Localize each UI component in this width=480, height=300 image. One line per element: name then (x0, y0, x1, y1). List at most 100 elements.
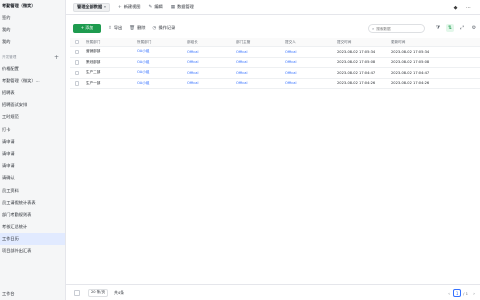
table-cell[interactable]: Offical (283, 60, 335, 64)
sidebar-item[interactable]: 部门考勤规则表 (0, 209, 65, 221)
settings-icon[interactable]: ⚙ (470, 24, 478, 32)
column-header[interactable]: 提交人 (283, 40, 335, 45)
more-icon[interactable]: ⋯ (465, 4, 472, 11)
table-cell: 2023-08-02 17:04:47 (337, 70, 376, 75)
sidebar-item[interactable]: 请申请 (0, 160, 65, 172)
sidebar-item[interactable]: 员工请假统计表表 (0, 197, 65, 209)
page-size-label: 20 条/页 (90, 290, 106, 294)
table-cell[interactable]: Offical (283, 71, 335, 75)
table-row[interactable]: 生产一部 OA小组 Offical Offical Offical 2023-08-02 … (70, 79, 480, 89)
table-cell[interactable]: Offical (234, 71, 283, 75)
sidebar-item[interactable]: 招聘表 (0, 87, 65, 99)
current-page[interactable]: 1 (453, 289, 462, 297)
add-button[interactable]: + 添加 (73, 23, 101, 33)
table-cell[interactable]: Offical (234, 81, 283, 85)
edit-label: 编辑 (154, 4, 163, 9)
table-cell[interactable]: OA小组 (135, 70, 185, 75)
sidebar-item[interactable]: 价格配置 (0, 63, 65, 75)
page-size-select[interactable]: 20 条/页 (88, 288, 108, 297)
sidebar-item[interactable]: 项目部外出汇表 (0, 245, 65, 257)
view-tab-all-data[interactable]: 管理全部数据 ▾ (73, 2, 110, 12)
data-manage-label: 数据管理 (177, 4, 194, 9)
column-header[interactable]: 更新时间 (389, 40, 443, 45)
sidebar-item[interactable]: 打卡 (0, 124, 65, 136)
table-cell[interactable]: Offical (234, 60, 283, 64)
table-cell[interactable]: OA小组 (135, 60, 185, 65)
sidebar-app-title[interactable]: 考勤管理（微笑） (0, 0, 65, 12)
sidebar-app-title-text: 考勤管理（微笑） (2, 3, 36, 8)
delete-button[interactable]: 🗑 删除 (129, 25, 145, 31)
sidebar-item[interactable]: 请申请 (0, 136, 65, 148)
select-all-checkbox[interactable] (74, 39, 80, 45)
sidebar-section-header: 开发管理 + (0, 53, 65, 63)
table-cell[interactable]: Offical (185, 60, 234, 64)
sidebar-item[interactable]: 考核汇总统计 (0, 221, 65, 233)
sidebar-item[interactable]: 招聘面试安排 (0, 99, 65, 111)
add-icon[interactable]: + (54, 54, 59, 61)
table-cell[interactable]: Offical (283, 50, 335, 54)
view-tab-label: 管理全部数据 (77, 4, 103, 9)
table-cell[interactable]: Offical (234, 50, 283, 54)
sidebar-item[interactable]: 工时规范 (0, 111, 65, 123)
sidebar: 考勤管理（微笑） 签约 我的 我的 开发管理 + 价格配置考勤管理（微笑）… 招聘… (0, 0, 66, 300)
data-manage-button[interactable]: ▦ 数据管理 (171, 4, 194, 10)
table-row[interactable]: 营销部部 OA小组 Offical Offical Offical 2023-08-02 … (70, 47, 480, 58)
table-cell[interactable]: OA小组 (135, 49, 185, 54)
search-input[interactable] (376, 26, 421, 31)
table-cell[interactable]: Offical (185, 50, 234, 54)
table-cell[interactable]: Offical (283, 81, 335, 85)
column-header[interactable]: 部门主管 (234, 40, 283, 45)
row-checkbox[interactable] (74, 81, 80, 86)
column-header[interactable]: 所属部门 (84, 40, 135, 45)
row-checkbox[interactable] (74, 60, 80, 65)
chevron-down-icon: ▾ (104, 5, 106, 9)
filter-icon[interactable]: ⧩ (434, 24, 442, 32)
footer-select-checkbox[interactable] (74, 289, 80, 296)
table-cell: 2023-08-02 17:04:26 (391, 81, 430, 86)
sidebar-item-sign[interactable]: 签约 (0, 12, 65, 24)
total-count: 共4条 (114, 289, 125, 295)
row-checkbox[interactable] (74, 49, 80, 54)
table-cell[interactable]: Offical (185, 71, 234, 75)
sidebar-item-label: 考勤管理（微笑）… (2, 77, 40, 83)
table-row[interactable]: 生产二部 OA小组 Offical Offical Offical 2023-08-02 … (70, 68, 480, 79)
table-cell[interactable]: Offical (185, 81, 234, 85)
table-row[interactable]: 策划部部 OA小组 Offical Offical Offical 2023-08-02 … (70, 58, 480, 68)
sidebar-item-label: 请申请 (2, 150, 15, 156)
sidebar-item-label: 招聘面试安排 (2, 102, 28, 108)
operation-log-button[interactable]: ◷ 操作记录 (152, 25, 175, 31)
sidebar-item[interactable]: 请确认 (0, 172, 65, 184)
shirt-icon[interactable]: ◆ (452, 4, 459, 11)
sidebar-item[interactable]: 考勤管理（微笑）… (0, 75, 65, 87)
sidebar-item[interactable]: 工作日历 (0, 233, 65, 246)
sidebar-bottom-item[interactable]: 工作台 (0, 288, 65, 300)
sort-icon[interactable]: ⇅ (446, 24, 454, 32)
row-checkbox[interactable] (74, 70, 80, 75)
delete-icon: 🗑 (129, 25, 136, 31)
table-cell[interactable]: OA小组 (135, 81, 185, 86)
sidebar-item-label: 项目部外出汇表 (2, 248, 32, 254)
column-header[interactable]: 提交时间 (335, 40, 389, 45)
column-header[interactable]: 部组长 (185, 40, 234, 45)
plus-icon: + (117, 4, 122, 10)
select-all-cell (70, 39, 84, 45)
search-icon: ⌕ (372, 26, 375, 31)
sidebar-item-mine-1[interactable]: 我的 (0, 24, 65, 36)
row-select-cell (70, 81, 84, 86)
new-view-button[interactable]: + 新建视图 (118, 4, 141, 10)
next-page-icon[interactable]: › (470, 289, 478, 297)
sidebar-item-label: 打卡 (2, 126, 11, 132)
column-header[interactable]: 所属部门 (135, 40, 185, 45)
sidebar-item-label: 考核汇总统计 (2, 224, 28, 230)
sidebar-item-label: 请申请 (2, 163, 15, 169)
sidebar-item[interactable]: 请申请 (0, 148, 65, 160)
edit-button[interactable]: ✎ 编辑 (148, 4, 162, 10)
table-cell: 2023-08-02 17:05:34 (337, 49, 376, 54)
prev-page-icon[interactable]: ‹ (445, 289, 453, 297)
pagination: ‹ 1 / 1 › (445, 289, 478, 297)
sidebar-item-mine-2[interactable]: 我的 (0, 36, 65, 48)
fullscreen-icon[interactable]: ⤢ (458, 24, 466, 32)
export-button[interactable]: ⇪ 导出 (108, 25, 122, 31)
sidebar-item-label: 员工资料 (2, 187, 19, 193)
sidebar-item[interactable]: 员工资料 (0, 184, 65, 196)
